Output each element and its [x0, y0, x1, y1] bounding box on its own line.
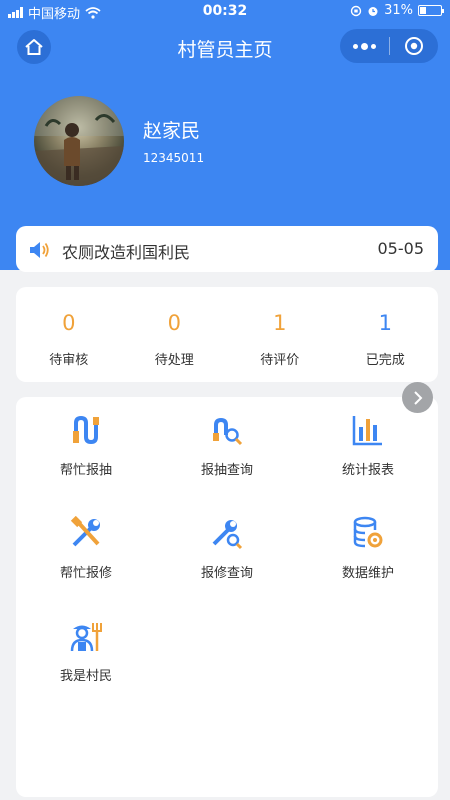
- chevron-right-icon: [413, 390, 422, 405]
- notice-text: 农厕改造利国利民: [62, 243, 191, 262]
- wrench-search-icon: [212, 520, 243, 550]
- notice-date: 05-05: [377, 239, 425, 258]
- user-name: 赵家民: [143, 120, 201, 142]
- menu-label: 帮忙报抽: [59, 463, 112, 478]
- menu-data-maintenance[interactable]: 数据维护: [298, 516, 438, 581]
- stat-completed[interactable]: 1 已完成: [333, 287, 439, 382]
- menu-statistics-report[interactable]: 统计报表: [298, 413, 438, 478]
- close-target-icon: [405, 37, 423, 55]
- menu-label: 帮忙报修: [59, 566, 112, 581]
- battery-percent: 31%: [384, 3, 413, 18]
- alarm-icon: [368, 6, 378, 16]
- stat-label: 待处理: [154, 353, 194, 368]
- stat-value: 1: [378, 311, 392, 335]
- bar-chart-icon: [352, 416, 382, 446]
- repair-tools-icon: [70, 516, 100, 547]
- stat-label: 已完成: [365, 353, 405, 368]
- stat-pending-rating[interactable]: 1 待评价: [227, 287, 333, 382]
- pipe-search-icon: [213, 417, 243, 446]
- database-gear-icon: [353, 516, 383, 548]
- miniprogram-capsule: [340, 29, 438, 63]
- menu-label: 报修查询: [200, 566, 253, 581]
- stat-value: 0: [167, 311, 181, 335]
- stat-pending-review[interactable]: 0 待审核: [16, 287, 122, 382]
- notice-bar[interactable]: 农厕改造利国利民 05-05: [16, 226, 438, 272]
- stats-panel: 0 待审核 0 待处理 1 待评价 1 已完成: [16, 287, 438, 382]
- stat-value: 1: [273, 311, 287, 335]
- stat-label: 待审核: [49, 353, 89, 368]
- status-bar: 中国移动 00:32 31%: [0, 0, 450, 22]
- stat-value: 0: [62, 311, 76, 335]
- menu-label: 统计报表: [341, 463, 394, 478]
- menu-pump-query[interactable]: 报抽查询: [157, 413, 297, 478]
- more-button[interactable]: [340, 29, 389, 63]
- speaker-icon: [30, 242, 49, 258]
- rotation-lock-icon: [350, 5, 362, 16]
- close-button[interactable]: [390, 29, 438, 63]
- menu-help-report-repair[interactable]: 帮忙报修: [16, 516, 156, 581]
- menu-repair-query[interactable]: 报修查询: [157, 516, 297, 581]
- battery-icon: [418, 5, 444, 16]
- pipe-icon: [73, 415, 99, 445]
- avatar-photo: [34, 96, 124, 186]
- menu-i-am-villager[interactable]: 我是村民: [16, 619, 156, 684]
- navigation-bar: 村管员主页: [0, 22, 450, 70]
- function-menu: 帮忙报抽 报抽查询 统计报表 帮忙报修 报修查询 数据维护 我是村民: [16, 397, 438, 797]
- user-id: 12345011: [143, 151, 205, 165]
- menu-label: 数据维护: [341, 566, 394, 581]
- menu-label: 我是村民: [59, 669, 112, 684]
- stat-pending-process[interactable]: 0 待处理: [122, 287, 228, 382]
- stat-label: 待评价: [260, 353, 300, 368]
- farmer-icon: [70, 623, 102, 652]
- menu-help-report-pump[interactable]: 帮忙报抽: [16, 413, 156, 478]
- avatar[interactable]: [34, 96, 124, 186]
- menu-label: 报抽查询: [200, 463, 253, 478]
- next-arrow-button[interactable]: [402, 382, 433, 413]
